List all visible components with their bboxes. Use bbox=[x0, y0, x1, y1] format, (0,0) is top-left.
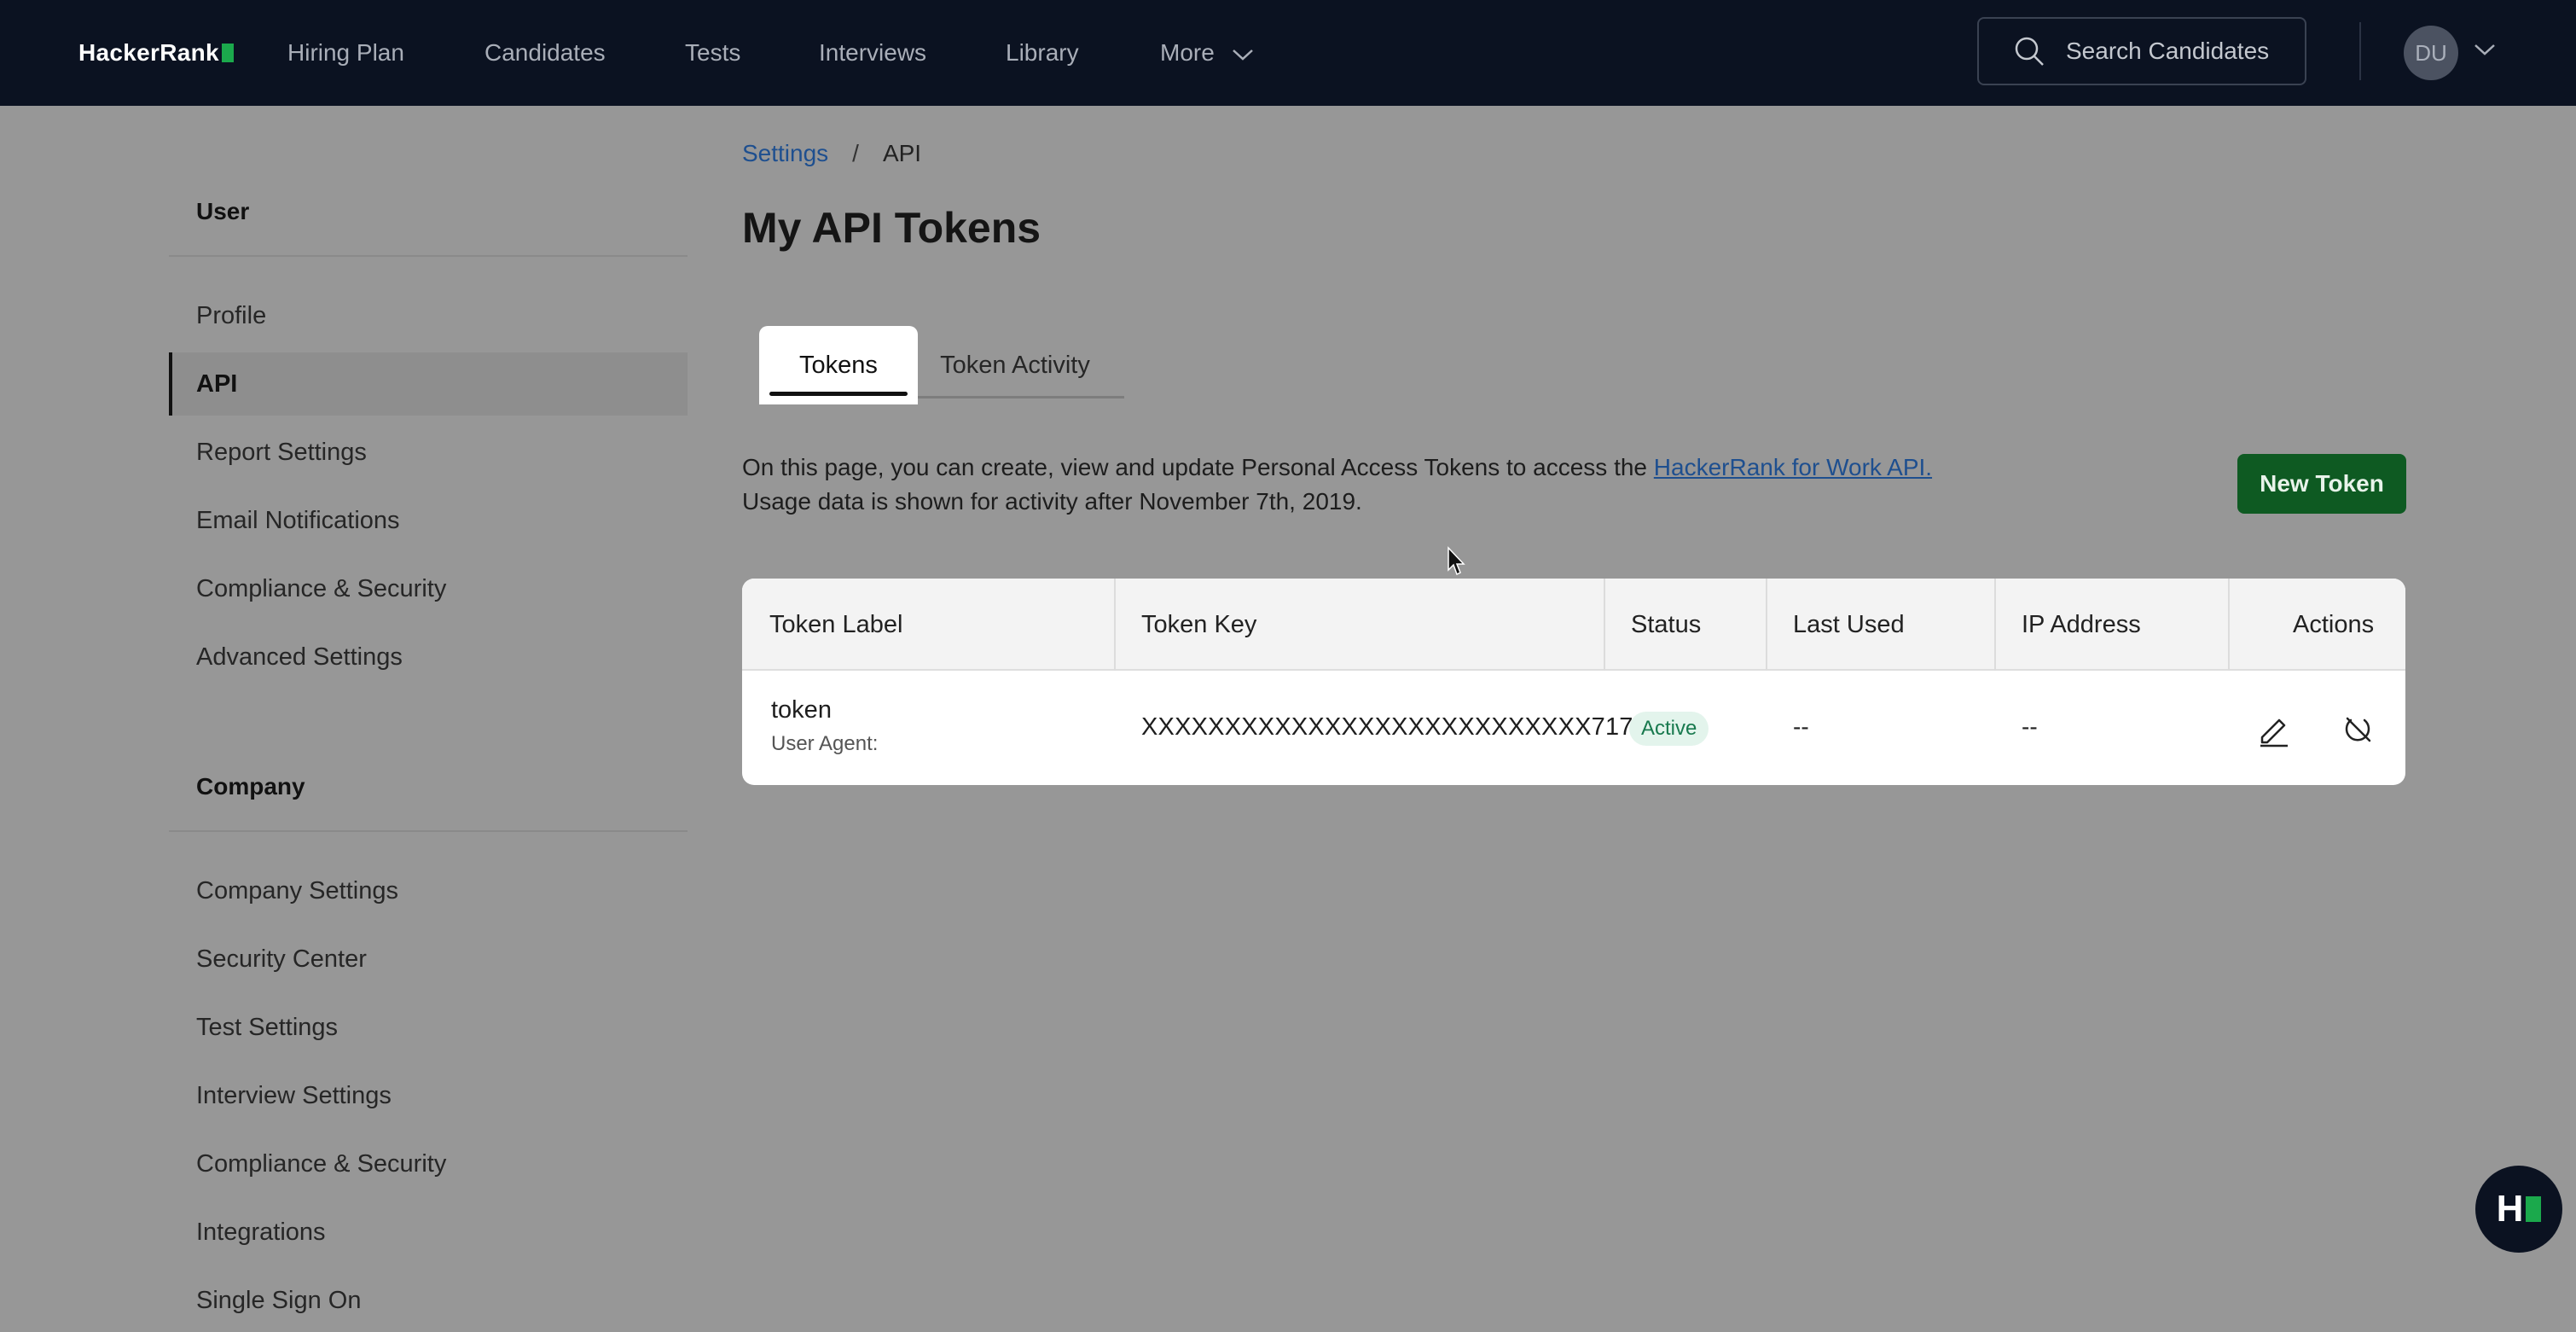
column-header-actions: Actions bbox=[2293, 611, 2375, 638]
column-header-status: Status bbox=[1631, 611, 1702, 638]
sidebar-item-compliance-security[interactable]: Compliance & Security bbox=[169, 557, 688, 620]
breadcrumb-separator: / bbox=[852, 140, 859, 166]
sidebar-heading-user: User bbox=[196, 198, 250, 224]
tokens-table: Token Label Token Key Status Last Used I… bbox=[742, 579, 2405, 785]
nav-library[interactable]: Library bbox=[1006, 34, 1079, 72]
new-token-button[interactable]: New Token bbox=[2237, 454, 2406, 514]
tab-token-activity[interactable]: Token Activity bbox=[931, 326, 1099, 404]
sidebar-item-profile[interactable]: Profile bbox=[169, 284, 688, 347]
column-header-ip-address: IP Address bbox=[2022, 611, 2141, 638]
search-icon bbox=[2015, 37, 2044, 66]
nav-more[interactable]: More bbox=[1160, 34, 1254, 72]
column-header-token-label: Token Label bbox=[769, 611, 903, 638]
sidebar-item-email-notifications[interactable]: Email Notifications bbox=[169, 489, 688, 552]
sidebar-item-security-center[interactable]: Security Center bbox=[169, 928, 688, 991]
sidebar-item-test-settings[interactable]: Test Settings bbox=[169, 996, 688, 1059]
token-label: token bbox=[771, 696, 832, 724]
chevron-down-icon bbox=[1232, 49, 1253, 61]
mouse-pointer-icon bbox=[1448, 546, 1465, 576]
token-key: XXXXXXXXXXXXXXXXXXXXXXXXXXX717a6f bbox=[1141, 713, 1668, 741]
breadcrumb-current: API bbox=[882, 140, 922, 166]
nav-tests[interactable]: Tests bbox=[685, 34, 740, 72]
status-badge: Active bbox=[1629, 712, 1709, 746]
help-icon[interactable]: H bbox=[2475, 1166, 2562, 1253]
page-title: My API Tokens bbox=[742, 204, 1041, 252]
search-placeholder: Search Candidates bbox=[2066, 38, 2270, 64]
intro-text-part2: Usage data is shown for activity after N… bbox=[742, 488, 1362, 515]
sidebar-item-integrations[interactable]: Integrations bbox=[169, 1201, 688, 1264]
settings-sidebar: User Profile API Report Settings Email N… bbox=[169, 106, 688, 1326]
user-avatar[interactable]: DU bbox=[2404, 26, 2458, 80]
logo-mark-icon bbox=[221, 44, 234, 62]
sidebar-item-api[interactable]: API bbox=[169, 352, 688, 416]
token-user-agent: User Agent: bbox=[771, 732, 879, 755]
nav-candidates[interactable]: Candidates bbox=[484, 34, 606, 72]
help-logo-letter: H bbox=[2496, 1188, 2524, 1230]
top-navigation: HackerRank Hiring Plan Candidates Tests … bbox=[0, 0, 2576, 106]
hackerrank-logo[interactable]: HackerRank bbox=[78, 38, 234, 68]
sidebar-divider bbox=[169, 830, 688, 832]
column-header-last-used: Last Used bbox=[1793, 611, 1905, 638]
sidebar-item-company-compliance-security[interactable]: Compliance & Security bbox=[169, 1132, 688, 1195]
intro-text-part1: On this page, you can create, view and u… bbox=[742, 454, 1654, 480]
breadcrumb: Settings / API bbox=[742, 140, 921, 167]
help-logo-mark bbox=[2526, 1196, 2542, 1222]
sidebar-item-single-sign-on[interactable]: Single Sign On bbox=[169, 1269, 688, 1332]
column-header-token-key: Token Key bbox=[1141, 611, 1257, 638]
sidebar-item-interview-settings[interactable]: Interview Settings bbox=[169, 1064, 688, 1127]
table-row: token User Agent: XXXXXXXXXXXXXXXXXXXXXX… bbox=[742, 672, 2405, 785]
sidebar-item-company-settings[interactable]: Company Settings bbox=[169, 859, 688, 922]
pencil-icon[interactable] bbox=[2255, 710, 2293, 747]
search-candidates-input[interactable]: Search Candidates bbox=[1977, 17, 2306, 85]
intro-text: On this page, you can create, view and u… bbox=[742, 451, 2022, 519]
logo-text: HackerRank bbox=[78, 39, 219, 66]
column-divider bbox=[2228, 579, 2230, 671]
breadcrumb-settings-link[interactable]: Settings bbox=[742, 140, 828, 167]
sidebar-item-advanced-settings[interactable]: Advanced Settings bbox=[169, 625, 688, 689]
nav-more-label: More bbox=[1160, 39, 1215, 66]
sidebar-item-report-settings[interactable]: Report Settings bbox=[169, 421, 688, 484]
chevron-down-icon[interactable] bbox=[2474, 43, 2496, 56]
table-header: Token Label Token Key Status Last Used I… bbox=[742, 579, 2405, 671]
sidebar-divider bbox=[169, 255, 688, 257]
hackerrank-api-link[interactable]: HackerRank for Work API. bbox=[1654, 454, 1932, 480]
tab-tokens[interactable]: Tokens bbox=[759, 326, 918, 404]
nav-interviews[interactable]: Interviews bbox=[819, 34, 926, 72]
token-last-used: -- bbox=[1793, 713, 1809, 740]
revoke-icon[interactable] bbox=[2339, 710, 2376, 747]
token-ip-address: -- bbox=[2022, 713, 2038, 740]
sidebar-heading-company: Company bbox=[196, 773, 305, 800]
nav-hiring-plan[interactable]: Hiring Plan bbox=[287, 34, 404, 72]
nav-divider bbox=[2359, 22, 2361, 80]
